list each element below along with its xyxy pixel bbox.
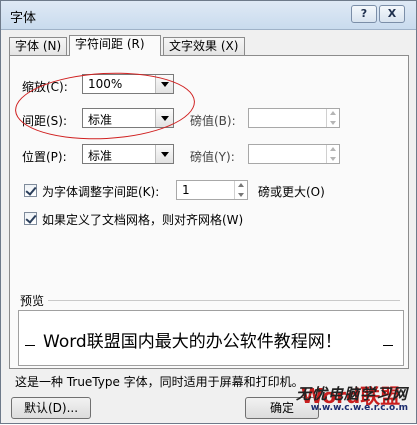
snap-to-grid-checkbox[interactable] [24, 212, 37, 225]
kerning-checkbox[interactable] [24, 184, 37, 197]
kerning-value: 1 [182, 183, 190, 197]
spacing-label: 间距(S): [22, 114, 68, 128]
preview-left-marker [25, 345, 35, 346]
kerning-suffix: 磅或更大(O) [258, 185, 325, 199]
watermark-url: w.w.w.c.w.e.r.c.o.m [310, 403, 408, 413]
spin-up-icon[interactable] [234, 181, 247, 190]
window-title: 字体 [10, 11, 37, 26]
default-button[interactable]: 默认(D)... [11, 397, 91, 419]
spin-down-icon[interactable] [326, 154, 339, 163]
spacing-value: 标准 [88, 113, 113, 127]
spin-up-icon[interactable] [326, 145, 339, 154]
position-by-label: 磅值(Y): [190, 150, 235, 164]
chevron-down-icon[interactable] [155, 75, 173, 93]
spin-down-icon[interactable] [326, 118, 339, 127]
tab-text-effects[interactable]: 文字效果 (X) [163, 37, 245, 55]
chevron-down-icon[interactable] [155, 109, 173, 127]
preview-right-marker [383, 345, 393, 346]
spacing-by-spinner[interactable] [248, 108, 340, 128]
scale-label: 缩放(C): [22, 80, 68, 94]
tab-character-spacing[interactable]: 字符间距 (R) [69, 35, 161, 56]
position-by-spinner[interactable] [248, 144, 340, 164]
character-spacing-panel: 缩放(C): 100% 间距(S): 标准 磅值(B): 位置(P): 标准 磅… [9, 55, 409, 369]
close-button[interactable]: X [379, 5, 405, 23]
preview-label: 预览 [20, 294, 45, 308]
kerning-label: 为字体调整字间距(K): [42, 185, 160, 199]
spacing-by-label: 磅值(B): [190, 114, 236, 128]
scale-value: 100% [88, 77, 123, 91]
font-info-note: 这是一种 TrueType 字体，同时适用于屏幕和打印机。 [15, 375, 304, 389]
tab-font[interactable]: 字体 (N) [9, 37, 67, 55]
preview-text: Word联盟国内最大的办公软件教程网！ [43, 332, 342, 352]
spin-down-icon[interactable] [234, 190, 247, 199]
preview-box: Word联盟国内最大的办公软件教程网！ [18, 310, 404, 366]
preview-divider [48, 300, 400, 301]
scale-combo[interactable]: 100% [82, 74, 174, 94]
watermark-site-name: 无忧电脑学习网 [295, 385, 408, 403]
chevron-down-icon[interactable] [155, 145, 173, 163]
help-button[interactable]: ? [351, 5, 377, 23]
position-label: 位置(P): [22, 150, 67, 164]
spacing-combo[interactable]: 标准 [82, 108, 174, 128]
snap-to-grid-label: 如果定义了文档网格，则对齐网格(W) [42, 213, 244, 227]
spin-up-icon[interactable] [326, 109, 339, 118]
position-value: 标准 [88, 149, 113, 163]
title-bar[interactable]: 字体 ? X [1, 1, 416, 30]
kerning-spinner[interactable]: 1 [176, 180, 248, 200]
font-dialog: 字体 ? X 字体 (N) 字符间距 (R) 文字效果 (X) 缩放(C): 1… [0, 0, 417, 424]
position-combo[interactable]: 标准 [82, 144, 174, 164]
